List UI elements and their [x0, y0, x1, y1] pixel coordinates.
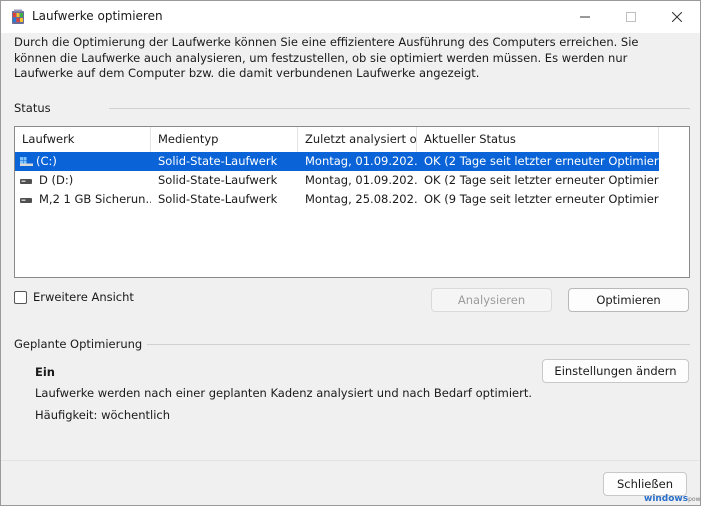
advanced-view-label[interactable]: Erweitere Ansicht	[33, 290, 134, 304]
current-status: OK (9 Tage seit letzter erneuter Optimie…	[424, 192, 659, 206]
window-title: Laufwerke optimieren	[32, 9, 163, 23]
defrag-app-icon	[12, 9, 24, 24]
minimize-button[interactable]	[562, 1, 608, 33]
minimize-icon	[580, 16, 590, 18]
media-type: Solid-State-Laufwerk	[158, 154, 278, 168]
change-settings-button[interactable]: Einstellungen ändern	[542, 359, 689, 383]
last-analyzed: Montag, 25.08.202...	[305, 192, 417, 206]
maximize-button[interactable]	[608, 1, 654, 33]
schedule-state: Ein	[35, 365, 55, 379]
schedule-section-label: Geplante Optimierung	[14, 337, 143, 351]
column-header-media-type[interactable]: Medientyp	[151, 127, 298, 152]
last-analyzed: Montag, 01.09.202...	[305, 154, 417, 168]
status-section-label: Status	[14, 101, 51, 115]
drive-row-c[interactable]: (C:) Solid-State-Laufwerk Montag, 01.09.…	[15, 152, 659, 171]
watermark-text: windows	[644, 494, 689, 504]
media-type: Solid-State-Laufwerk	[158, 192, 278, 206]
drive-row-d[interactable]: D (D:) Solid-State-Laufwerk Montag, 01.0…	[15, 171, 659, 190]
drive-name: M,2 1 GB Sicherun...	[39, 192, 151, 206]
maximize-icon	[626, 12, 636, 22]
current-status: OK (2 Tage seit letzter erneuter Optimie…	[424, 154, 659, 168]
analyze-button[interactable]: Analysieren	[431, 288, 552, 312]
drive-row-m2[interactable]: M,2 1 GB Sicherun... Solid-State-Laufwer…	[15, 190, 659, 209]
drive-name: D (D:)	[39, 173, 74, 187]
optimize-button[interactable]: Optimieren	[568, 288, 689, 312]
current-status: OK (2 Tage seit letzter erneuter Optimie…	[424, 173, 659, 187]
drive-name: (C:)	[36, 154, 57, 168]
optimize-drives-window: Laufwerke optimieren Durch die Optimieru…	[0, 0, 701, 506]
column-header-last-analyzed[interactable]: Zuletzt analysiert o...	[298, 127, 417, 152]
watermark: windowspower	[644, 494, 701, 504]
last-analyzed: Montag, 01.09.202...	[305, 173, 417, 187]
intro-text: Durch die Optimierung der Laufwerke könn…	[14, 35, 639, 80]
title-bar[interactable]: Laufwerke optimieren	[1, 1, 700, 33]
close-button[interactable]: Schließen	[603, 472, 687, 496]
close-window-button[interactable]	[654, 1, 700, 33]
column-header-current-status[interactable]: Aktueller Status	[417, 127, 659, 152]
column-header-drive[interactable]: Laufwerk	[15, 127, 151, 152]
drives-list[interactable]: Laufwerk Medientyp Zuletzt analysiert o.…	[14, 126, 690, 278]
list-header: Laufwerk Medientyp Zuletzt analysiert o.…	[15, 127, 659, 152]
schedule-divider	[147, 344, 690, 345]
watermark-small-text: power	[688, 496, 701, 503]
advanced-view-checkbox[interactable]	[14, 291, 27, 304]
close-icon	[672, 12, 682, 22]
status-divider	[109, 108, 690, 109]
footer-bar	[1, 460, 700, 505]
schedule-frequency: Häufigkeit: wöchentlich	[35, 408, 171, 422]
schedule-description: Laufwerke werden nach einer geplanten Ka…	[35, 386, 533, 400]
media-type: Solid-State-Laufwerk	[158, 173, 278, 187]
